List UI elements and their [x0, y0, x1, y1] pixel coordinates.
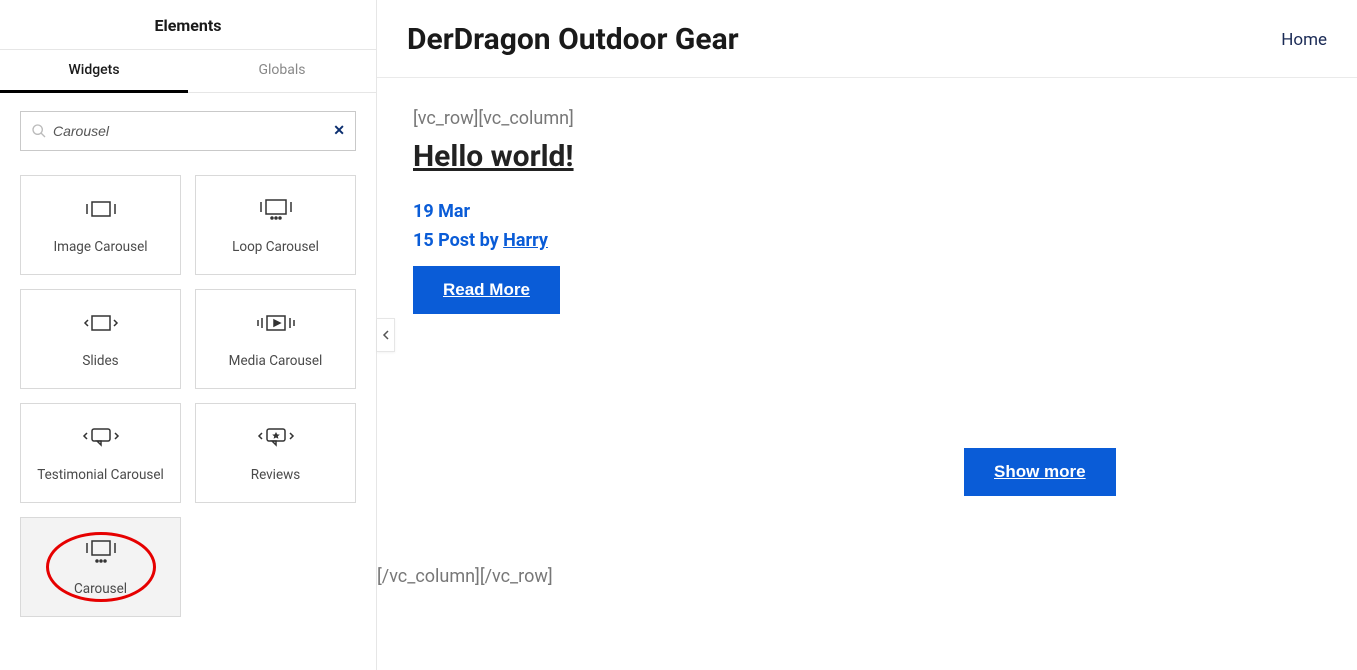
search-input[interactable] — [47, 123, 333, 139]
media-carousel-icon — [254, 309, 298, 337]
testimonial-carousel-icon — [79, 423, 123, 451]
panel-tabs: Widgets Globals — [0, 49, 376, 93]
panel-title: Elements — [0, 0, 376, 49]
shortcode-open: [vc_row][vc_column] — [413, 108, 1321, 129]
widget-label: Loop Carousel — [232, 239, 319, 255]
image-carousel-icon — [81, 195, 121, 223]
byline-prefix: 15 Post by — [413, 230, 503, 251]
widget-grid: Image Carousel Loop Carousel Slides Medi… — [0, 157, 376, 635]
widget-media-carousel[interactable]: Media Carousel — [195, 289, 356, 389]
widget-testimonial-carousel[interactable]: Testimonial Carousel — [20, 403, 181, 503]
show-more-button[interactable]: Show more — [964, 448, 1116, 496]
preview-canvas: DerDragon Outdoor Gear Home [vc_row][vc_… — [377, 0, 1357, 670]
tab-globals[interactable]: Globals — [188, 50, 376, 92]
loop-carousel-icon — [256, 195, 296, 223]
widget-label: Carousel — [74, 581, 127, 597]
elements-panel: Elements Widgets Globals ✕ Image Carouse… — [0, 0, 377, 670]
post-date: 19 Mar — [413, 198, 1321, 227]
widget-label: Slides — [82, 353, 118, 369]
site-title: DerDragon Outdoor Gear — [407, 22, 739, 57]
widget-image-carousel[interactable]: Image Carousel — [20, 175, 181, 275]
widget-label: Testimonial Carousel — [37, 467, 164, 483]
widget-reviews[interactable]: Reviews — [195, 403, 356, 503]
slides-icon — [81, 309, 121, 337]
site-header: DerDragon Outdoor Gear Home — [377, 0, 1357, 78]
widget-label: Reviews — [251, 467, 301, 483]
widget-carousel[interactable]: Carousel — [20, 517, 181, 617]
reviews-icon — [254, 423, 298, 451]
nav-home[interactable]: Home — [1281, 30, 1327, 50]
post-byline: 15 Post by Harry — [413, 227, 1321, 256]
post-title[interactable]: Hello world! — [413, 139, 1321, 174]
page-content: [vc_row][vc_column] Hello world! 19 Mar … — [377, 78, 1357, 670]
read-more-button[interactable]: Read More — [413, 266, 560, 314]
author-link[interactable]: Harry — [503, 230, 548, 251]
widget-slides[interactable]: Slides — [20, 289, 181, 389]
tab-widgets[interactable]: Widgets — [0, 50, 188, 93]
widget-label: Image Carousel — [53, 239, 147, 255]
search-clear-button[interactable]: ✕ — [333, 123, 345, 139]
widget-label: Media Carousel — [229, 353, 323, 369]
shortcode-close: [/vc_column][/vc_row] — [377, 566, 553, 587]
carousel-icon — [81, 537, 121, 565]
site-nav: Home — [1281, 30, 1327, 50]
widget-loop-carousel[interactable]: Loop Carousel — [195, 175, 356, 275]
search-icon — [31, 123, 47, 139]
post-meta: 19 Mar 15 Post by Harry — [413, 198, 1321, 256]
search-box: ✕ — [20, 111, 356, 151]
